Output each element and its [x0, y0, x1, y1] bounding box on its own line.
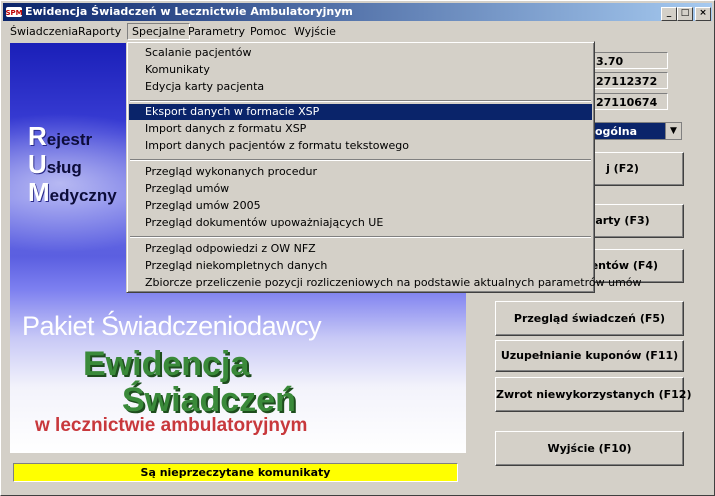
code-field-2: 27110674: [592, 93, 668, 110]
maximize-button[interactable]: □: [677, 7, 693, 21]
rum-word: sług: [46, 158, 82, 177]
przeglad-swiadczen-button[interactable]: Przegląd świadczeń (F5): [495, 301, 684, 336]
chevron-down-icon[interactable]: ▼: [665, 123, 681, 139]
version-field: 3.70: [592, 52, 668, 69]
rum-line-2: Usług: [28, 149, 82, 180]
menu-item-import-xsp[interactable]: Import danych z formatu XSP: [129, 121, 592, 137]
menu-raporty[interactable]: Raporty: [74, 24, 125, 39]
svg-text:SPM: SPM: [6, 9, 22, 17]
menu-separator: [130, 159, 591, 161]
rum-word: edyczny: [49, 186, 117, 205]
pakiet-heading: Pakiet Świadczeniodawcy: [22, 311, 322, 341]
window-title: Ewidencja Świadczeń w Lecznictwie Ambula…: [25, 5, 353, 18]
ewidencja-heading: Ewidencja: [83, 345, 250, 383]
rum-line-3: Medyczny: [28, 177, 117, 208]
close-button[interactable]: ×: [695, 7, 711, 21]
menu-item-przeglad-procedur[interactable]: Przegląd wykonanych procedur: [129, 164, 592, 180]
spm-logo-icon: SPM: [6, 7, 22, 17]
title-bar[interactable]: SPM Ewidencja Świadczeń w Lecznictwie Am…: [3, 3, 712, 21]
menu-item-edycja-karty[interactable]: Edycja karty pacjenta: [129, 79, 592, 95]
menu-parametry[interactable]: Parametry: [184, 24, 249, 39]
menu-item-przeglad-umow[interactable]: Przegląd umów: [129, 181, 592, 197]
menu-separator: [130, 100, 591, 102]
rum-letter: M: [28, 177, 50, 207]
menu-separator: [130, 236, 591, 238]
rum-letter: R: [28, 121, 47, 151]
menu-item-dokumenty-ue[interactable]: Przegląd dokumentów upoważniających UE: [129, 215, 592, 231]
rum-line-1: Rejestr: [28, 121, 92, 152]
menu-item-niekompletne-dane[interactable]: Przegląd niekompletnych danych: [129, 258, 592, 274]
ambulatoryjnym-subtitle: w lecznictwie ambulatoryjnym: [35, 415, 308, 436]
menu-item-scalanie-pacjentow[interactable]: Scalanie pacjentów: [129, 45, 592, 61]
uzupelnianie-kuponow-button[interactable]: Uzupełnianie kuponów (F11): [495, 340, 684, 372]
menu-wyjscie[interactable]: Wyjście: [290, 24, 340, 39]
menu-item-przeglad-umow-2005[interactable]: Przegląd umów 2005: [129, 198, 592, 214]
menu-item-komunikaty[interactable]: Komunikaty: [129, 62, 592, 78]
rum-word: ejestr: [46, 130, 93, 149]
menu-item-eksport-xsp[interactable]: Eksport danych w formacie XSP: [129, 104, 592, 120]
menu-pomoc[interactable]: Pomoc: [246, 24, 290, 39]
rum-letter: U: [28, 149, 47, 179]
specjalne-dropdown: Scalanie pacjentów Komunikaty Edycja kar…: [126, 41, 642, 293]
menu-item-odpowiedzi-nfz[interactable]: Przegląd odpowiedzi z OW NFZ: [129, 241, 592, 257]
main-window: SPM Ewidencja Świadczeń w Lecznictwie Am…: [0, 0, 715, 496]
menu-item-import-tekstowy[interactable]: Import danych pacjentów z formatu teksto…: [129, 138, 592, 154]
menu-specjalne[interactable]: Specjalne: [127, 23, 191, 40]
menu-bar: Świadczenia Raporty Specjalne Parametry …: [3, 22, 712, 41]
code-field-1: 27112372: [592, 72, 668, 89]
menu-swiadczenia[interactable]: Świadczenia: [6, 24, 82, 39]
status-bar[interactable]: Są nieprzeczytane komunikaty: [13, 463, 458, 482]
zwrot-niewykorzystanych-button[interactable]: Zwrot niewykorzystanych (F12): [495, 377, 691, 412]
wyjscie-button[interactable]: Wyjście (F10): [495, 431, 684, 466]
minimize-button[interactable]: _: [661, 7, 677, 21]
mode-combobox[interactable]: ogólna ▼: [592, 122, 682, 140]
combo-value: ogólna: [595, 125, 638, 138]
menu-item-zbiorcze-przeliczenie[interactable]: Zbiorcze przeliczenie pozycji rozliczeni…: [129, 275, 642, 291]
